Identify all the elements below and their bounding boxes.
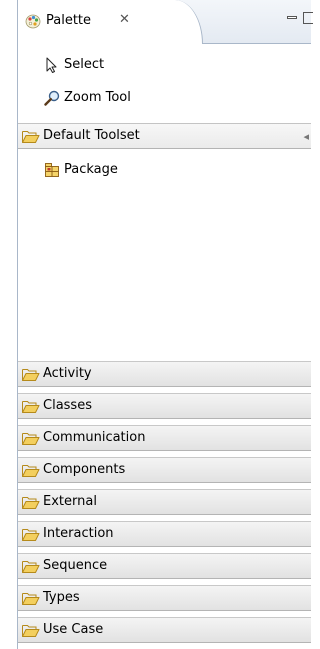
drawer-label: Components [43, 462, 126, 477]
close-icon[interactable]: ✕ [119, 12, 130, 28]
view-controls [279, 12, 313, 26]
drawer-sequence[interactable]: Sequence [18, 553, 311, 579]
folder-open-icon [22, 561, 40, 573]
folder-open-icon [22, 433, 40, 445]
folder-open-icon [22, 593, 40, 605]
tab-palette[interactable]: Palette ✕ [18, 0, 203, 44]
folder-open-icon [22, 401, 40, 413]
drawer-label: Activity [43, 366, 92, 381]
drawer-activity[interactable]: Activity [18, 361, 311, 387]
tool-label: Package [64, 162, 118, 177]
palette-icon [25, 14, 41, 29]
drawer-interaction[interactable]: Interaction [18, 521, 311, 547]
drawer-label: Use Case [43, 622, 104, 637]
minimize-button[interactable] [287, 16, 297, 19]
pin-icon[interactable]: ◂ [303, 130, 309, 143]
drawer-label: Communication [43, 430, 146, 445]
drawer-communication[interactable]: Communication [18, 425, 311, 451]
view-title-bar: Palette ✕ [18, 0, 313, 44]
drawer-label: Classes [43, 398, 92, 413]
drawer-label: Types [43, 590, 80, 605]
drawer-default-toolset[interactable]: Default Toolset ◂ [18, 123, 311, 149]
drawer-external[interactable]: External [18, 489, 311, 515]
tab-title: Palette [46, 13, 92, 28]
tool-label: Select [64, 57, 105, 72]
arrow-pointer-icon [46, 57, 57, 73]
folder-open-icon [22, 369, 40, 381]
drawer-label: Default Toolset [43, 128, 140, 143]
folder-open-icon [22, 465, 40, 477]
drawer-label: Interaction [43, 526, 114, 541]
folder-open-icon [22, 625, 40, 637]
drawer-use-case[interactable]: Use Case [18, 617, 311, 643]
drawer-classes[interactable]: Classes [18, 393, 311, 419]
folder-open-icon [22, 529, 40, 541]
drawer-components[interactable]: Components [18, 457, 311, 483]
palette-view: Palette ✕ Select Zoom Tool Default Tools… [17, 0, 313, 649]
maximize-button[interactable] [303, 12, 313, 24]
folder-open-icon [22, 497, 40, 509]
drawer-label: Sequence [43, 558, 108, 573]
tool-label: Zoom Tool [64, 90, 131, 105]
drawer-types[interactable]: Types [18, 585, 311, 611]
drawer-label: External [43, 494, 97, 509]
magnifier-icon [44, 90, 60, 106]
folder-open-icon [22, 131, 40, 143]
package-icon [45, 163, 59, 177]
